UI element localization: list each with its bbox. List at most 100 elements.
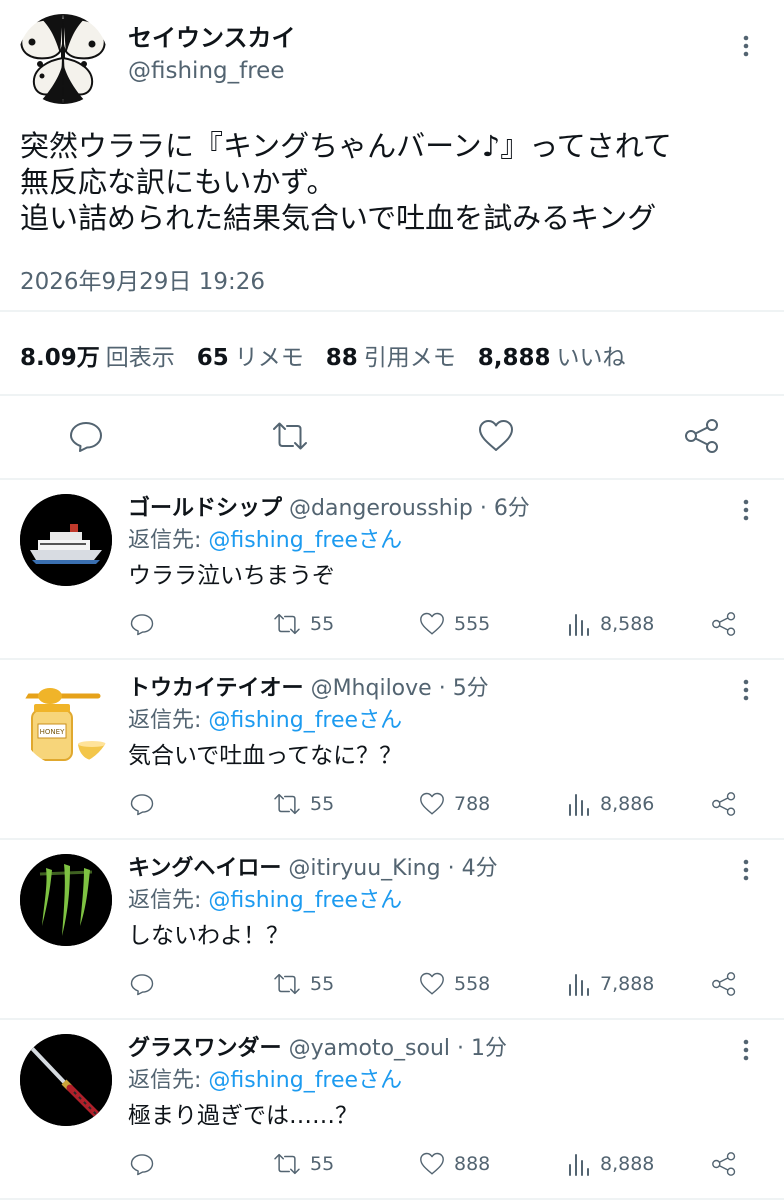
retweet-count: 55	[310, 613, 335, 635]
share-icon	[712, 972, 736, 996]
like-button[interactable]: 555	[418, 608, 490, 640]
reply-to-label: 返信先:	[128, 1068, 209, 1093]
retweet-icon	[274, 973, 300, 995]
reply-to-mention[interactable]: @fishing_freeさん	[208, 708, 402, 733]
reply-text: 極まり過ぎでは……？	[128, 1103, 358, 1129]
share-icon	[712, 792, 736, 816]
reply-to-label: 返信先:	[128, 888, 209, 913]
share-button[interactable]	[710, 968, 738, 1000]
retweet-count: 55	[310, 793, 335, 815]
meta-separator: ·	[440, 856, 462, 881]
reply-item[interactable]: ゴールドシップ @dangerousship · 6分 返信先: @fishin…	[0, 480, 784, 660]
reply-author-handle[interactable]: @yamoto_soul	[289, 1036, 450, 1061]
reply-item[interactable]: キングヘイロー @itiryuu_King · 4分 返信先: @fishing…	[0, 840, 784, 1020]
like-button[interactable]: 558	[418, 968, 490, 1000]
more-icon	[743, 859, 749, 881]
retweet-button[interactable]: 55	[272, 608, 334, 640]
reply-text: しないわよ！？	[128, 923, 289, 949]
reply-actions: 55 788 8,886	[128, 788, 748, 820]
like-icon	[479, 420, 513, 451]
reply-button[interactable]	[66, 416, 106, 456]
like-count: 888	[454, 1153, 491, 1175]
reply-avatar[interactable]	[20, 1034, 112, 1126]
reply-time[interactable]: 6分	[494, 496, 530, 521]
tweet-text: 突然ウララに『キングちゃんバーン♪』ってされて 無反応な訳にもいかず。 追い詰め…	[20, 129, 672, 235]
stat-quotes[interactable]: 88 引用メモ	[326, 338, 456, 372]
reply-text: 気合いで吐血ってなに？？	[128, 743, 403, 769]
honey-label: HONEY	[40, 728, 65, 736]
like-count: 558	[454, 973, 491, 995]
stat-retweets[interactable]: 65 リメモ	[197, 338, 304, 372]
view-count: 8,588	[600, 613, 655, 635]
share-icon	[712, 1152, 736, 1176]
retweet-button[interactable]: 55	[272, 788, 334, 820]
reply-avatar[interactable]: HONEY	[20, 674, 112, 766]
reply-more-button[interactable]	[734, 1038, 758, 1062]
reply-author-name[interactable]: グラスワンダー	[128, 1036, 282, 1061]
tweet-timestamp[interactable]: 2026年9月29日 19:26	[20, 262, 265, 296]
reply-actions: 55 888 8,888	[128, 1148, 748, 1180]
reply-author-name[interactable]: キングヘイロー	[128, 856, 281, 881]
reply-author-name[interactable]: トウカイテイオー	[128, 676, 304, 701]
retweet-button[interactable]: 55	[272, 1148, 334, 1180]
reply-to-mention[interactable]: @fishing_freeさん	[208, 1068, 402, 1093]
reply-author-name[interactable]: ゴールドシップ	[128, 496, 282, 521]
like-button[interactable]: 888	[418, 1148, 490, 1180]
retweet-button[interactable]: 55	[272, 968, 334, 1000]
share-button[interactable]	[682, 416, 722, 456]
reply-more-button[interactable]	[734, 858, 758, 882]
reply-item[interactable]: グラスワンダー @yamoto_soul · 1分 返信先: @fishing_…	[0, 1020, 784, 1200]
butterfly-avatar-icon	[18, 14, 108, 104]
reply-to-mention[interactable]: @fishing_freeさん	[208, 528, 402, 553]
reply-more-button[interactable]	[734, 498, 758, 522]
stat-views[interactable]: 8.09万 回表示	[20, 338, 175, 372]
reply-item[interactable]: HONEY トウカイテイオー @Mhqilove · 5分 返信先: @fish…	[0, 660, 784, 840]
reply-avatar[interactable]	[20, 494, 112, 586]
share-icon	[712, 612, 736, 636]
reply-author-handle[interactable]: @dangerousship	[289, 496, 473, 521]
stat-likes[interactable]: 8,888 いいね	[478, 338, 626, 372]
view-count: 7,888	[600, 973, 655, 995]
reply-time[interactable]: 4分	[462, 856, 498, 881]
reply-to-mention[interactable]: @fishing_freeさん	[208, 888, 402, 913]
meta-separator: ·	[431, 676, 453, 701]
reply-button[interactable]	[128, 608, 156, 640]
reply-to-label: 返信先:	[128, 708, 209, 733]
reply-time[interactable]: 5分	[453, 676, 489, 701]
retweet-icon	[274, 793, 300, 815]
share-button[interactable]	[710, 1148, 738, 1180]
like-icon	[420, 1152, 444, 1175]
sword-avatar-icon	[20, 1034, 112, 1126]
views-button[interactable]: 8,886	[566, 788, 654, 820]
retweet-icon	[274, 1153, 300, 1175]
share-button[interactable]	[710, 788, 738, 820]
reply-time[interactable]: 1分	[471, 1036, 507, 1061]
retweet-count: 55	[310, 1153, 335, 1175]
reply-button[interactable]	[128, 1148, 156, 1180]
like-button[interactable]: 788	[418, 788, 490, 820]
like-icon	[420, 612, 444, 635]
reply-actions: 55 555 8,588	[128, 608, 748, 640]
views-button[interactable]: 8,588	[566, 608, 654, 640]
views-icon	[569, 614, 589, 636]
view-count: 8,888	[600, 1153, 655, 1175]
more-options-button[interactable]	[734, 34, 758, 58]
author-avatar[interactable]	[18, 14, 108, 104]
views-button[interactable]: 7,888	[566, 968, 654, 1000]
reply-more-button[interactable]	[734, 678, 758, 702]
views-button[interactable]: 8,888	[566, 1148, 654, 1180]
like-button[interactable]	[476, 416, 516, 456]
reply-icon	[70, 422, 102, 452]
retweet-button[interactable]	[270, 416, 310, 456]
reply-author-handle[interactable]: @itiryuu_King	[288, 856, 440, 881]
author-handle[interactable]: @fishing_free	[128, 58, 284, 84]
reply-avatar[interactable]	[20, 854, 112, 946]
share-button[interactable]	[710, 608, 738, 640]
reply-author-handle[interactable]: @Mhqilove	[311, 676, 432, 701]
like-icon	[420, 972, 444, 995]
more-icon	[743, 35, 749, 57]
reply-button[interactable]	[128, 968, 156, 1000]
reply-button[interactable]	[128, 788, 156, 820]
tweet-stats: 8.09万 回表示 65 リメモ 88 引用メモ 8,888 いいね	[20, 338, 626, 372]
author-name[interactable]: セイウンスカイ	[128, 18, 296, 53]
